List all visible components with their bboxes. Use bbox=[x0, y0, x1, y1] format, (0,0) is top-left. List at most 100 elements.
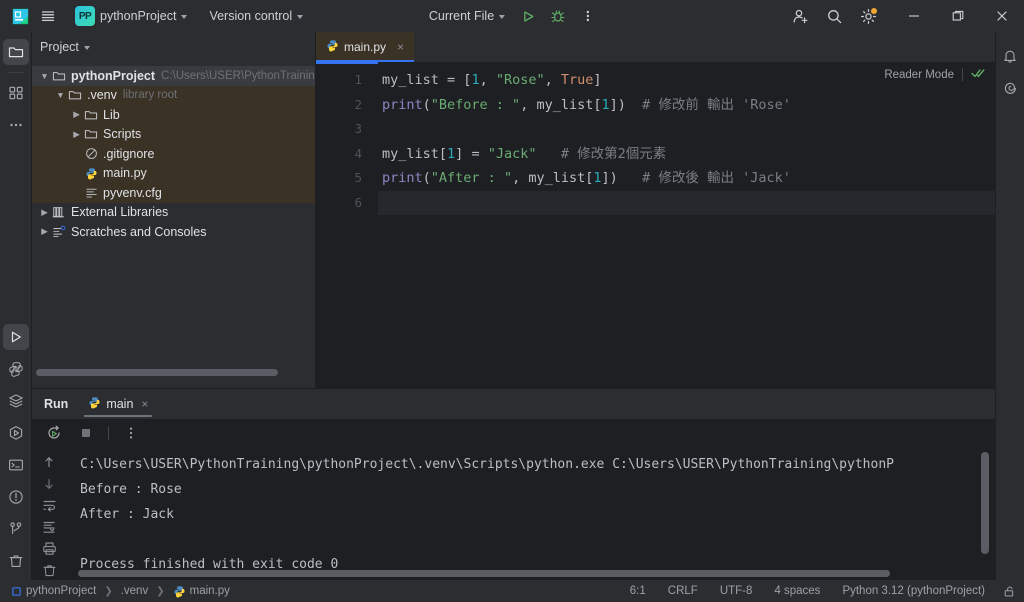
sidebar-item-version-control[interactable] bbox=[3, 516, 29, 542]
code-content[interactable]: my_list = [1, "Rose", True] print("Before… bbox=[378, 62, 995, 388]
breadcrumb-item[interactable]: pythonProject bbox=[8, 584, 99, 598]
gear-icon[interactable] bbox=[854, 3, 882, 29]
title-bar-left: PP pythonProject Version control bbox=[0, 3, 310, 29]
scrollbar-thumb[interactable] bbox=[36, 369, 278, 376]
folder-icon bbox=[83, 107, 99, 123]
tree-item-main-py[interactable]: main.py bbox=[32, 163, 315, 183]
close-tab-icon[interactable]: × bbox=[395, 40, 406, 54]
sidebar-item-plugins[interactable] bbox=[3, 80, 29, 106]
sidebar-item-more[interactable] bbox=[3, 112, 29, 138]
folder-icon bbox=[51, 68, 67, 84]
soft-wrap-button[interactable] bbox=[37, 495, 61, 515]
print-button[interactable] bbox=[37, 539, 61, 559]
chevron-right-icon[interactable]: ▶ bbox=[70, 129, 83, 140]
rerun-button[interactable] bbox=[44, 423, 64, 443]
status-bar: pythonProject ❯ .venv ❯ main.py 6:1 CRLF UTF… bbox=[0, 580, 1024, 602]
version-control-selector[interactable]: Version control bbox=[202, 4, 310, 28]
code-line[interactable]: print("Before : ", my_list[1]) # 修改前 輸出 … bbox=[378, 93, 995, 118]
scroll-to-end-button[interactable] bbox=[37, 517, 61, 537]
code-token: # 修改前 輸出 'Rose' bbox=[625, 96, 791, 113]
minimize-button[interactable] bbox=[892, 0, 936, 32]
notifications-button[interactable] bbox=[997, 43, 1023, 69]
settings-badge bbox=[871, 8, 877, 14]
tab-main-py[interactable]: main.py × bbox=[316, 32, 415, 62]
double-check-icon[interactable] bbox=[971, 67, 985, 82]
sidebar-item-services[interactable] bbox=[3, 420, 29, 446]
console-output[interactable]: C:\Users\USER\PythonTraining\pythonProje… bbox=[66, 446, 995, 580]
sidebar-item-project[interactable] bbox=[2, 39, 29, 65]
search-icon[interactable] bbox=[820, 3, 848, 29]
project-tree-hscrollbar[interactable] bbox=[32, 369, 315, 378]
tree-item-external-libraries[interactable]: ▶ External Libraries bbox=[32, 203, 315, 223]
add-account-icon[interactable] bbox=[786, 3, 814, 29]
tree-item-venv[interactable]: ▼ .venv library root bbox=[32, 85, 315, 105]
close-run-tab-icon[interactable]: × bbox=[141, 397, 148, 411]
console-line: After : Jack bbox=[80, 507, 174, 522]
sidebar-item-python-console[interactable] bbox=[3, 356, 29, 382]
tree-item-scripts[interactable]: ▶ Scripts bbox=[32, 124, 315, 144]
code-token: 1 bbox=[601, 96, 610, 113]
tree-item-scratches-and-consoles[interactable]: ▶ Scratches and Consoles bbox=[32, 222, 315, 242]
more-vertical-icon[interactable] bbox=[574, 3, 602, 29]
tree-item-pyvenv-cfg[interactable]: pyvenv.cfg bbox=[32, 183, 315, 203]
code-editor[interactable]: Reader Mode 1234 5 6 my_list = [1, "Rose… bbox=[316, 62, 995, 388]
chevron-down-icon[interactable]: ▼ bbox=[38, 71, 51, 81]
caret-position[interactable]: 6:1 bbox=[626, 584, 650, 598]
rail-divider bbox=[7, 72, 24, 73]
tree-item-gitignore[interactable]: .gitignore bbox=[32, 144, 315, 164]
editor-area: main.py × Reader Mode 1 2 3 4 5 6 my_lis… bbox=[316, 32, 995, 388]
project-panel-header[interactable]: Project bbox=[32, 32, 315, 62]
code-line[interactable] bbox=[378, 190, 995, 215]
chevron-down-icon bbox=[499, 14, 506, 19]
stop-button[interactable] bbox=[76, 423, 96, 443]
chevron-down-icon[interactable]: ▼ bbox=[54, 90, 67, 100]
run-tab-main[interactable]: main × bbox=[82, 389, 154, 419]
interpreter-selector[interactable]: Python 3.12 (pythonProject) bbox=[838, 584, 989, 598]
hamburger-menu-icon[interactable] bbox=[34, 3, 62, 29]
title-bar: PP pythonProject Version control Current… bbox=[0, 0, 1024, 32]
code-token: ] bbox=[455, 145, 472, 162]
line-number: 6 bbox=[354, 194, 362, 210]
console-outer: C:\Users\USER\PythonTraining\pythonProje… bbox=[66, 446, 995, 580]
chevron-right-icon[interactable]: ▶ bbox=[38, 226, 51, 237]
run-controls: Current File bbox=[422, 3, 602, 29]
sidebar-item-terminal[interactable] bbox=[3, 452, 29, 478]
encoding[interactable]: UTF-8 bbox=[716, 584, 757, 598]
code-line[interactable] bbox=[378, 117, 995, 142]
indent-setting[interactable]: 4 spaces bbox=[770, 584, 824, 598]
more-options-button[interactable] bbox=[121, 423, 141, 443]
line-number-gutter: 1 2 3 4 5 6 bbox=[316, 62, 378, 388]
run-button[interactable] bbox=[514, 3, 542, 29]
run-tool-window: Run main × C:\Users\USER\PythonTraining\… bbox=[32, 388, 995, 580]
debug-button[interactable] bbox=[544, 3, 572, 29]
console-hscrollbar[interactable] bbox=[78, 570, 890, 577]
chevron-right-icon[interactable]: ▶ bbox=[38, 207, 51, 218]
tree-item-pythonproject[interactable]: ▼ pythonProject C:\Users\USER\PythonTraini… bbox=[32, 66, 315, 86]
ai-assistant-button[interactable] bbox=[997, 75, 1023, 101]
python-icon bbox=[83, 165, 99, 181]
unlock-icon[interactable] bbox=[1003, 585, 1016, 598]
sidebar-item-trash[interactable] bbox=[3, 548, 29, 574]
divider bbox=[962, 68, 963, 81]
sidebar-item-problems[interactable] bbox=[3, 484, 29, 510]
line-separator[interactable]: CRLF bbox=[664, 584, 702, 598]
code-line[interactable]: print("After : ", my_list[1]) # 修改後 輸出 '… bbox=[378, 166, 995, 191]
breadcrumb-item[interactable]: main.py bbox=[170, 584, 233, 599]
pycharm-icon[interactable] bbox=[6, 3, 34, 29]
run-configuration-selector[interactable]: Current File bbox=[422, 4, 512, 28]
scroll-up-button[interactable] bbox=[37, 452, 61, 472]
code-line[interactable]: my_list[1] = "Jack" # 修改第2個元素 bbox=[378, 142, 995, 167]
close-button[interactable] bbox=[980, 0, 1024, 32]
tree-item-lib[interactable]: ▶ Lib bbox=[32, 105, 315, 125]
scratches-icon bbox=[51, 224, 67, 240]
breadcrumb-item[interactable]: .venv bbox=[118, 584, 152, 598]
console-vscrollbar[interactable] bbox=[981, 452, 989, 554]
sidebar-item-run[interactable] bbox=[2, 324, 29, 350]
scroll-down-button[interactable] bbox=[37, 474, 61, 494]
clear-all-button[interactable] bbox=[37, 560, 61, 580]
maximize-button[interactable] bbox=[936, 0, 980, 32]
chevron-right-icon[interactable]: ▶ bbox=[70, 109, 83, 120]
sidebar-item-database[interactable] bbox=[3, 388, 29, 414]
reader-mode-indicator[interactable]: Reader Mode bbox=[884, 67, 985, 82]
project-selector[interactable]: PP pythonProject bbox=[68, 4, 194, 28]
